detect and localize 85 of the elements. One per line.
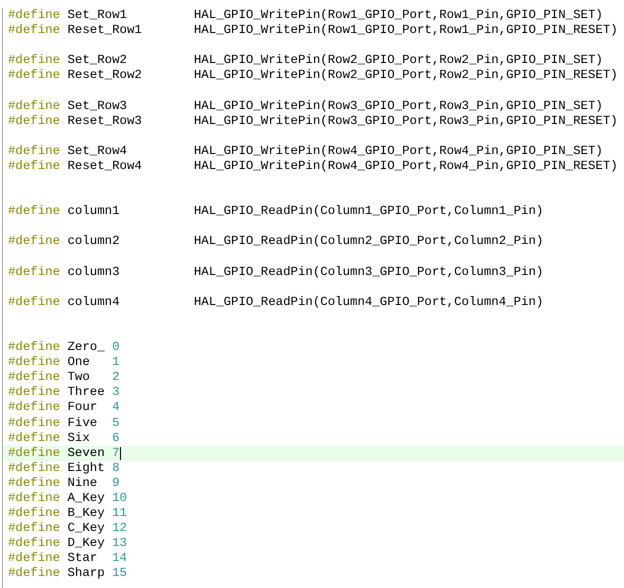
define-keyword: #define (8, 8, 60, 24)
macro-value: HAL_GPIO_WritePin(Row2_GPIO_Port,Row2_Pin,GPIO_PIN_SET) (194, 53, 603, 68)
macro-name: Reset_Row4 (67, 158, 142, 173)
macro-value: HAL_GPIO_WritePin(Row1_GPIO_Port,Row1_Pin,GPIO_PIN_SET) (194, 8, 603, 24)
define-keyword: #define (8, 114, 60, 129)
define-keyword: #define (8, 566, 60, 582)
macro-value: 10 (112, 491, 127, 506)
define-keyword: #define (8, 536, 60, 552)
define-keyword: #define (8, 460, 60, 476)
define-keyword: #define (8, 294, 60, 310)
macro-value: 14 (112, 551, 127, 566)
macro-value: HAL_GPIO_WritePin(Row4_GPIO_Port,Row4_Pin,GPIO_PIN_SET) (194, 144, 603, 159)
macro-value: 12 (112, 521, 127, 536)
define-keyword: #define (8, 400, 60, 416)
macro-value: 2 (112, 370, 120, 386)
macro-value: HAL_GPIO_WritePin(Row4_GPIO_Port,Row4_Pin,GPIO_PIN_RESET) (194, 158, 618, 174)
macro-value: 8 (112, 460, 120, 476)
define-keyword: #define (8, 416, 60, 431)
macro-name: column4 (67, 294, 120, 309)
macro-name: Zero_ (67, 340, 105, 354)
macro-name: Set_Row2 (67, 53, 127, 68)
macro-value: HAL_GPIO_ReadPin(Column4_GPIO_Port,Column4_Pin) (194, 294, 544, 310)
macro-value: HAL_GPIO_WritePin(Row1_GPIO_Port,Row1_Pin,GPIO_PIN_RESET) (194, 23, 618, 38)
macro-name: One (67, 355, 90, 370)
define-keyword: #define (8, 385, 60, 400)
macro-name: Seven (67, 446, 105, 460)
macro-value: 5 (112, 416, 120, 431)
macro-value: HAL_GPIO_ReadPin(Column2_GPIO_Port,Column2_Pin) (194, 234, 544, 250)
define-keyword: #define (8, 264, 60, 280)
define-keyword: #define (8, 98, 60, 114)
macro-name: Set_Row4 (67, 144, 127, 158)
macro-name: Star (67, 551, 98, 566)
macro-name: Reset_Row1 (67, 23, 142, 38)
macro-value: 7 (112, 446, 120, 461)
define-keyword: #define (8, 355, 60, 370)
macro-value: 6 (112, 430, 120, 446)
macro-name: C_Key (67, 521, 105, 536)
define-keyword: #define (8, 551, 60, 566)
macro-value: HAL_GPIO_WritePin(Row3_GPIO_Port,Row3_Pin,GPIO_PIN_RESET) (194, 114, 618, 129)
define-keyword: #define (8, 476, 60, 491)
define-keyword: #define (8, 430, 60, 446)
macro-name: Sharp (67, 566, 105, 580)
define-keyword: #define (8, 144, 60, 159)
macro-name: A_Key (67, 491, 105, 505)
macro-value: HAL_GPIO_WritePin(Row3_GPIO_Port,Row3_Pin,GPIO_PIN_SET) (194, 98, 603, 114)
macro-name: Nine (67, 476, 98, 490)
macro-value: 1 (112, 355, 120, 370)
macro-value: 15 (112, 566, 127, 582)
define-keyword: #define (8, 370, 60, 386)
macro-name: Three (67, 385, 105, 400)
macro-value: 4 (112, 400, 120, 416)
macro-name: Two (67, 370, 90, 384)
macro-value: HAL_GPIO_ReadPin(Column3_GPIO_Port,Column3_Pin) (194, 264, 544, 280)
macro-value: HAL_GPIO_WritePin(Row2_GPIO_Port,Row2_Pin,GPIO_PIN_RESET) (194, 68, 618, 84)
define-keyword: #define (8, 23, 60, 38)
define-keyword: #define (8, 68, 60, 84)
text-cursor (120, 446, 121, 460)
macro-value: 3 (112, 385, 120, 400)
macro-name: Four (67, 400, 98, 414)
macro-name: Five (67, 416, 98, 430)
define-keyword: #define (8, 340, 60, 356)
define-keyword: #define (8, 53, 60, 68)
macro-name: Reset_Row3 (67, 114, 142, 128)
macro-name: Set_Row1 (67, 8, 127, 22)
macro-name: Eight (67, 460, 105, 475)
define-keyword: #define (8, 446, 60, 461)
macro-name: column3 (67, 264, 120, 279)
macro-name: Set_Row3 (67, 98, 127, 113)
define-keyword: #define (8, 506, 60, 522)
macro-name: column2 (67, 234, 120, 248)
define-keyword: #define (8, 491, 60, 506)
macro-name: D_Key (67, 536, 105, 550)
macro-value: 0 (112, 340, 120, 356)
define-keyword: #define (8, 158, 60, 174)
define-keyword: #define (8, 204, 60, 220)
macro-name: B_Key (67, 506, 105, 520)
macro-value: 9 (112, 476, 120, 491)
macro-value: 11 (112, 506, 127, 522)
macro-value: HAL_GPIO_ReadPin(Column1_GPIO_Port,Column1_Pin) (194, 204, 544, 220)
macro-name: Six (67, 430, 90, 445)
define-keyword: #define (8, 521, 60, 536)
macro-value: 13 (112, 536, 127, 552)
define-keyword: #define (8, 234, 60, 250)
macro-name: Reset_Row2 (67, 68, 142, 82)
macro-name: column1 (67, 204, 120, 218)
